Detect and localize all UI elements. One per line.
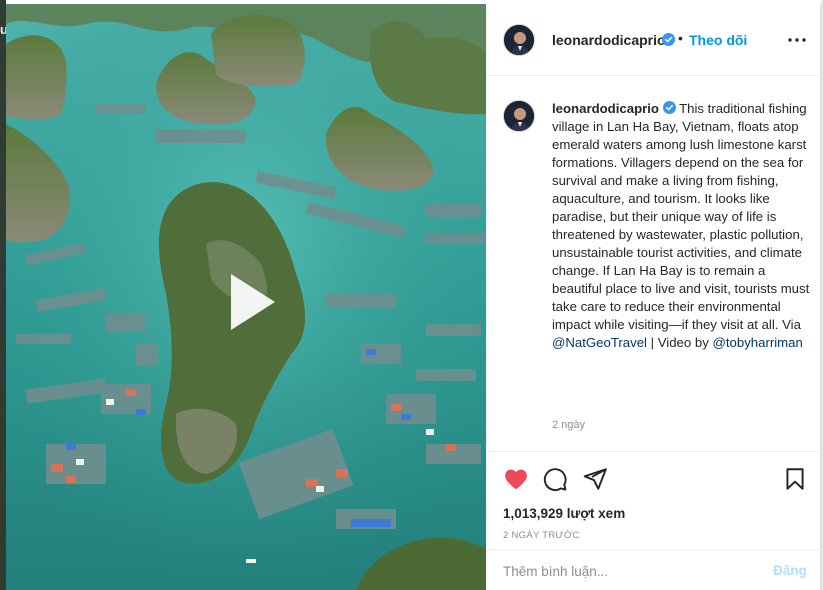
- share-icon[interactable]: [582, 466, 608, 492]
- verified-badge-icon: [662, 33, 675, 46]
- post-date: 2 NGÀY TRƯỚC: [503, 530, 580, 541]
- mention-natgeotravel[interactable]: @NatGeoTravel: [552, 335, 647, 350]
- separator-dot: •: [678, 30, 683, 46]
- post-video[interactable]: [6, 4, 486, 590]
- comment-bar: Đăng: [487, 549, 821, 590]
- caption-username[interactable]: leonardodicaprio: [552, 101, 659, 116]
- bookmark-icon[interactable]: [782, 466, 808, 492]
- caption-author-avatar[interactable]: [503, 100, 535, 132]
- caption-text: This traditional fishing village in Lan …: [552, 101, 810, 332]
- play-icon[interactable]: [217, 270, 281, 334]
- mention-tobyharriman[interactable]: @tobyharriman: [712, 335, 802, 350]
- heart-filled-icon[interactable]: [503, 466, 529, 492]
- post-comment-button[interactable]: Đăng: [773, 563, 807, 578]
- more-options-icon[interactable]: [785, 28, 809, 52]
- verified-badge-icon: [662, 101, 676, 114]
- post-caption: leonardodicaprio This traditional fishin…: [552, 100, 814, 352]
- post-header: leonardodicaprio • Theo dõi: [487, 4, 821, 76]
- author-username[interactable]: leonardodicaprio: [552, 32, 666, 48]
- comment-icon[interactable]: [542, 466, 568, 492]
- post-side-panel: leonardodicaprio • Theo dõi leonardodica…: [486, 4, 821, 590]
- caption-timestamp[interactable]: 2 ngày: [552, 419, 585, 431]
- comment-input[interactable]: [503, 560, 753, 582]
- author-avatar[interactable]: [503, 24, 535, 56]
- view-count[interactable]: 1,013,929 lượt xem: [503, 506, 625, 521]
- caption-text-mid: | Video by: [646, 335, 713, 350]
- follow-button[interactable]: Theo dõi: [689, 32, 747, 48]
